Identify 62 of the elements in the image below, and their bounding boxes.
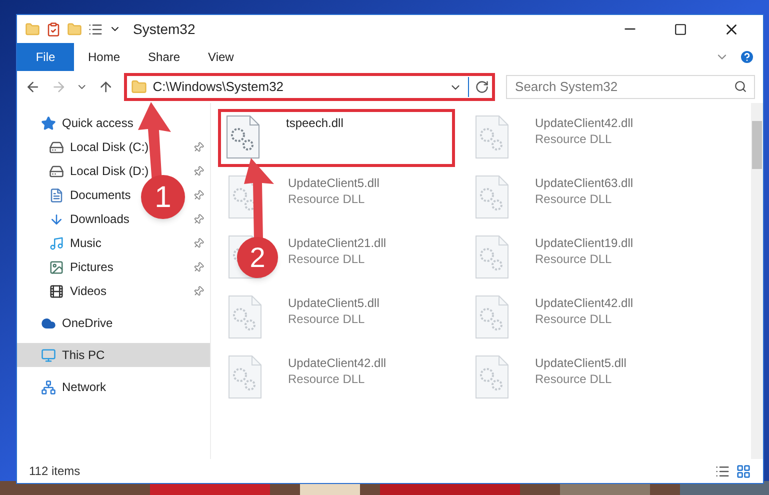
sidebar-item[interactable]: This PC bbox=[41, 346, 105, 364]
star-icon bbox=[41, 116, 56, 130]
folder-icon bbox=[130, 79, 147, 95]
sidebar-item[interactable]: Documents bbox=[49, 186, 131, 204]
file-type: Resource DLL bbox=[288, 251, 365, 267]
scrollbar[interactable] bbox=[751, 103, 763, 459]
file-type: Resource DLL bbox=[535, 371, 612, 387]
search-icon[interactable] bbox=[734, 80, 748, 93]
file-type: Resource DLL bbox=[288, 311, 365, 327]
large-icons-view-icon[interactable] bbox=[736, 464, 751, 478]
ribbon-tab[interactable]: View bbox=[194, 43, 248, 71]
file-item[interactable]: tspeech.dll bbox=[218, 109, 455, 167]
sidebar-item[interactable]: OneDrive bbox=[41, 314, 113, 332]
sidebar-item[interactable]: Downloads bbox=[49, 210, 130, 228]
network-icon bbox=[41, 380, 56, 394]
ribbon-tab[interactable]: Home bbox=[74, 43, 134, 71]
file-name[interactable]: UpdateClient5.dll bbox=[288, 295, 380, 311]
file-name: tspeech.dll bbox=[286, 115, 344, 131]
refresh-icon[interactable] bbox=[475, 80, 490, 94]
drive-icon bbox=[49, 140, 64, 154]
ribbon-tab[interactable]: Share bbox=[134, 43, 194, 71]
ribbon-tab[interactable]: File bbox=[17, 43, 74, 71]
details-view-icon[interactable] bbox=[715, 464, 730, 478]
list-icon[interactable] bbox=[88, 22, 103, 36]
window-title: System32 bbox=[133, 20, 196, 39]
file-name[interactable]: UpdateClient42.dll bbox=[288, 355, 386, 371]
drive-icon bbox=[49, 164, 64, 178]
file-name[interactable]: UpdateClient19.dll bbox=[535, 235, 634, 251]
sidebar-item[interactable]: Local Disk (C:) bbox=[49, 138, 149, 156]
music-icon bbox=[49, 236, 64, 250]
back-icon[interactable] bbox=[25, 79, 41, 95]
file-type: Resource DLL bbox=[535, 191, 612, 207]
file-name[interactable]: UpdateClient5.dll bbox=[535, 355, 626, 371]
sidebar-item[interactable]: Music bbox=[49, 234, 102, 252]
properties-icon[interactable] bbox=[46, 22, 61, 36]
sidebar-item[interactable]: Quick access bbox=[41, 114, 134, 132]
sidebar-item[interactable]: Videos bbox=[49, 282, 106, 300]
monitor-icon bbox=[41, 348, 56, 362]
cloud-icon bbox=[41, 316, 56, 330]
item-count: 112 items bbox=[29, 463, 82, 480]
search-field[interactable]: Search System32 bbox=[506, 74, 756, 99]
sidebar-item[interactable]: Pictures bbox=[49, 258, 114, 276]
file-name[interactable]: UpdateClient42.dll bbox=[535, 115, 634, 131]
file-type: Resource DLL bbox=[535, 251, 612, 267]
download-icon bbox=[49, 212, 64, 226]
picture-icon bbox=[49, 260, 64, 274]
maximize-icon[interactable] bbox=[674, 22, 687, 36]
file-name[interactable]: UpdateClient42.dll bbox=[535, 295, 634, 311]
file-type: Resource DLL bbox=[288, 191, 365, 207]
sidebar-item[interactable]: Network bbox=[41, 378, 106, 396]
up-icon[interactable] bbox=[98, 79, 114, 95]
file-type: Resource DLL bbox=[535, 131, 612, 147]
address-field[interactable]: C:\Windows\System32 bbox=[124, 73, 496, 101]
file-type: Resource DLL bbox=[535, 311, 612, 327]
film-icon bbox=[49, 284, 64, 298]
file-type: Resource DLL bbox=[288, 371, 365, 387]
file-name[interactable]: UpdateClient21.dll bbox=[288, 235, 386, 251]
file-name[interactable]: UpdateClient5.dll bbox=[288, 175, 380, 191]
help-icon[interactable] bbox=[739, 49, 755, 65]
address-path: C:\Windows\System32 bbox=[152, 78, 285, 96]
file-name[interactable]: UpdateClient63.dll bbox=[535, 175, 634, 191]
document-icon bbox=[49, 188, 64, 202]
